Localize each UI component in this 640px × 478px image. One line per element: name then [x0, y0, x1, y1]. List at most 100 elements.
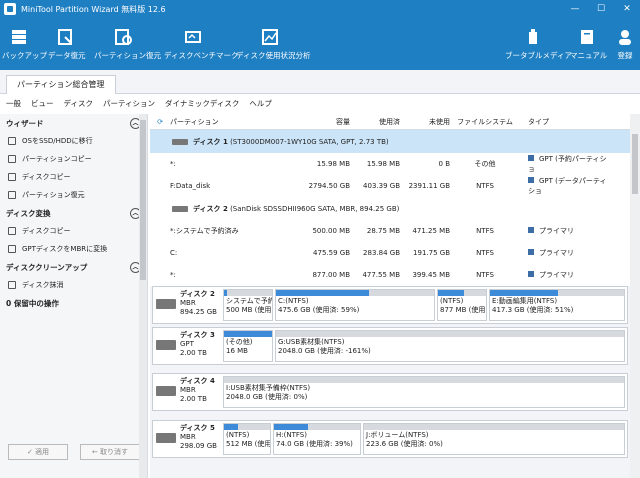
disk-copy-icon — [8, 227, 16, 235]
partition-block[interactable]: システムで予約 500 MB (使用 — [223, 289, 273, 321]
window-title: MiniTool Partition Wizard 無料版 12.6 — [21, 4, 166, 14]
usage-bar-fill — [224, 424, 238, 430]
tab-bar: パーティション総合管理 — [0, 70, 640, 94]
disk-icon — [172, 205, 188, 212]
disk-map-disk-4[interactable]: ディスク 4 MBR 2.00 TB I:USB素材集予備枠(NTFS) 2048.0… — [152, 373, 628, 411]
usage-bar-fill — [224, 331, 272, 337]
manual-button[interactable]: マニュアル — [570, 18, 607, 70]
scrollbar-thumb[interactable] — [632, 134, 638, 194]
partition-block[interactable]: C:(NTFS) 475.6 GB (使用済: 59%) — [275, 289, 435, 321]
sidebar-item-disk-copy[interactable]: ディスクコピー — [0, 168, 147, 186]
partition-block[interactable]: H:(NTFS) 74.0 GB (使用済: 39%) — [273, 423, 361, 455]
partition-block[interactable]: (その他) 16 MB — [223, 330, 273, 362]
disk-map-disk-2[interactable]: ディスク 2 MBR 894.25 GB システムで予約 500 MB (使用 C:(… — [152, 286, 628, 324]
maximize-button[interactable]: ☐ — [588, 0, 614, 18]
pending-operations: 0 保留中の操作 — [6, 298, 59, 308]
register-user-icon — [619, 30, 631, 45]
table-row[interactable]: *: 15.98 MB 15.98 MB 0 B その他 GPT (予約パーティショ — [150, 153, 630, 175]
apply-button[interactable]: ✓ 適用 — [8, 444, 68, 460]
sidebar-item-disk-copy-2[interactable]: ディスクコピー — [0, 222, 147, 240]
sidebar-item-migrate-os[interactable]: OSをSSD/HDDに移行 — [0, 132, 147, 150]
partition-recovery-button[interactable]: パーティション復元 — [94, 18, 161, 70]
disk-icon — [156, 340, 176, 350]
partition-block[interactable]: G:USB素材集(NTFS) 2048.0 GB (使用済: -161%) — [275, 330, 625, 362]
minimize-button[interactable]: — — [562, 0, 588, 18]
disk-map-disk-3[interactable]: ディスク 3 GPT 2.00 TB (その他) 16 MB G:USB素材集(NTF… — [152, 327, 628, 365]
partition-block[interactable]: J:ボリューム(NTFS) 223.6 GB (使用済: 0%) — [363, 423, 625, 455]
menu-view[interactable]: ビュー — [31, 98, 54, 109]
partition-block[interactable]: I:USB素材集予備枠(NTFS) 2048.0 GB (使用済: 0%) — [223, 376, 625, 408]
partition-block[interactable]: (NTFS) 512 MB (使用 — [223, 423, 271, 455]
section-disk-cleanup[interactable]: ディスククリーンアップ ︿ — [0, 258, 147, 276]
table-row[interactable]: *:システムで予約済み 500.00 MB 28.75 MB 471.25 MB NTF… — [150, 220, 630, 242]
action-sidebar: ウィザード ︿ OSをSSD/HDDに移行 パーティションコピー ディスクコピー … — [0, 114, 148, 478]
menu-dynamic-disk[interactable]: ダイナミックディスク — [165, 98, 239, 109]
wipe-disk-icon — [8, 281, 16, 289]
bootable-media-button[interactable]: ブータブルメディア — [505, 18, 572, 70]
col-capacity[interactable]: 容量 — [300, 117, 350, 127]
undo-button[interactable]: ← 取り消す — [80, 444, 140, 460]
benchmark-icon — [185, 31, 201, 43]
col-unused[interactable]: 未使用 — [400, 117, 450, 127]
space-analyzer-icon — [262, 29, 278, 45]
partition-recovery-icon — [8, 191, 16, 199]
scrollbar-thumb[interactable] — [140, 120, 146, 280]
ribbon-toolbar: バックアップ データ復元 パーティション復元 ディスクベンチマーク ディスク使用… — [0, 18, 640, 70]
partition-copy-icon — [8, 155, 16, 163]
sidebar-item-partition-copy[interactable]: パーティションコピー — [0, 150, 147, 168]
disk-map-disk-5[interactable]: ディスク 5 MBR 298.09 GB (NTFS) 512 MB (使用 H:(N… — [152, 420, 628, 458]
menu-disk[interactable]: ディスク — [64, 98, 93, 109]
disk-icon — [172, 138, 188, 145]
data-recovery-icon — [58, 29, 72, 45]
partition-block[interactable]: (NTFS) 877 MB (使用 — [437, 289, 487, 321]
backup-icon — [12, 30, 26, 44]
col-type[interactable]: タイプ — [520, 117, 610, 127]
disk-benchmark-button[interactable]: ディスクベンチマーク — [164, 18, 238, 70]
disk-icon — [156, 386, 176, 396]
sidebar-scrollbar[interactable] — [139, 114, 147, 478]
menu-partition[interactable]: パーティション — [103, 98, 155, 109]
section-disk-convert[interactable]: ディスク変換 ︿ — [0, 204, 147, 222]
sidebar-item-gpt-to-mbr[interactable]: GPTディスクをMBRに変換 — [0, 240, 147, 258]
list-header: ⟳ パーティション 容量 使用済 未使用 ファイルシステム タイプ — [150, 114, 630, 130]
partition-type-icon — [528, 271, 534, 277]
col-partition[interactable]: パーティション — [170, 117, 300, 127]
partition-block[interactable]: E:動画編集用(NTFS) 417.3 GB (使用済: 51%) — [489, 289, 625, 321]
manual-icon — [581, 30, 593, 44]
usage-bar-fill — [224, 290, 227, 296]
space-analyzer-button[interactable]: ディスク使用状況分析 — [236, 18, 310, 70]
usage-bar-fill — [276, 290, 370, 296]
convert-icon — [8, 245, 16, 253]
partition-recovery-icon — [115, 29, 132, 45]
menu-help[interactable]: ヘルプ — [249, 98, 272, 109]
disk-icon — [156, 299, 176, 309]
disk-copy-icon — [8, 173, 16, 181]
backup-button[interactable]: バックアップ — [2, 18, 47, 70]
migrate-os-icon — [8, 137, 16, 145]
usage-bar-fill — [274, 424, 308, 430]
main-scrollbar[interactable] — [630, 114, 640, 478]
menu-general[interactable]: 一般 — [6, 98, 21, 109]
table-row[interactable]: F:Data_disk 2794.50 GB 403.39 GB 2391.11 GB… — [150, 175, 630, 197]
menu-bar: 一般 ビュー ディスク パーティション ダイナミックディスク ヘルプ — [0, 94, 640, 112]
disk-icon — [156, 433, 176, 443]
section-wizard[interactable]: ウィザード ︿ — [0, 114, 147, 132]
partition-type-icon — [528, 177, 534, 183]
disk-map: ディスク 2 MBR 894.25 GB システムで予約 500 MB (使用 C:(… — [150, 286, 630, 478]
disk-row-1[interactable]: ディスク 1 (ST3000DM007-1WY10G SATA, GPT, 2.… — [150, 130, 630, 153]
partition-type-icon — [528, 155, 534, 161]
app-logo-icon — [4, 3, 16, 15]
disk-row-2[interactable]: ディスク 2 (SanDisk SDSSDHII960G SATA, MBR, … — [150, 197, 630, 220]
col-filesystem[interactable]: ファイルシステム — [450, 117, 520, 127]
sidebar-item-partition-recovery[interactable]: パーティション復元 — [0, 186, 147, 204]
table-row[interactable]: C: 475.59 GB 283.84 GB 191.75 GB NTFS プライマリ — [150, 242, 630, 264]
data-recovery-button[interactable]: データ復元 — [48, 18, 86, 70]
col-used[interactable]: 使用済 — [350, 117, 400, 127]
tab-partition-management[interactable]: パーティション総合管理 — [6, 75, 116, 94]
sidebar-item-wipe-disk[interactable]: ディスク抹消 — [0, 276, 147, 294]
refresh-icon[interactable]: ⟳ — [150, 118, 170, 126]
title-bar: MiniTool Partition Wizard 無料版 12.6 — ☐ ✕ — [0, 0, 640, 18]
register-button[interactable]: 登録 — [612, 18, 638, 70]
close-button[interactable]: ✕ — [614, 0, 640, 18]
table-row[interactable]: *: 877.00 MB 477.55 MB 399.45 MB NTFS プライマリ — [150, 264, 630, 286]
